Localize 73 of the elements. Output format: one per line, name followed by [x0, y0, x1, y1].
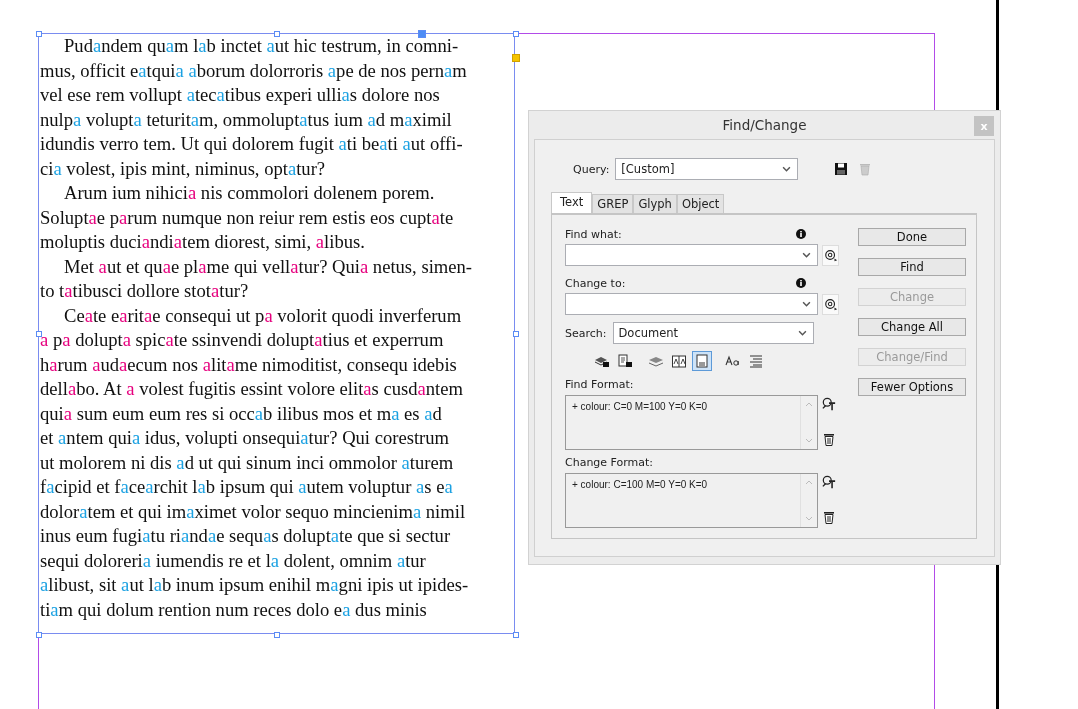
info-icon[interactable]	[796, 278, 806, 288]
change-format-box[interactable]: + colour: C=100 M=0 Y=0 K=0	[565, 473, 818, 528]
query-label: Query:	[573, 162, 610, 176]
dialog-button[interactable]: Change All	[858, 318, 966, 336]
save-icon[interactable]	[834, 162, 849, 176]
chevron-down-icon[interactable]	[782, 166, 792, 172]
text-line: sequi doloreria iumendis re et la dolent, omnim atur	[39, 548, 427, 573]
dialog-button[interactable]: Done	[858, 228, 966, 246]
text-line: Pudandem quam lab inctet aut hic testrum, in comni-	[63, 34, 460, 58]
text-line: ut molorem ni dis ad ut qui sinum inci ommolor aturem	[39, 450, 455, 475]
special-characters-icon[interactable]	[822, 244, 839, 266]
text-line: Ceate earitae consequi ut pa volorit quodi inverferum	[63, 303, 463, 328]
dialog-button[interactable]: Find	[858, 258, 966, 276]
text-line: tiam qui dolum rention num reces dolo ea dus minis	[39, 597, 428, 622]
selection-handle[interactable]	[36, 632, 42, 638]
scroll-up-icon[interactable]	[805, 402, 813, 407]
anchor-handle[interactable]	[418, 30, 426, 38]
change-to-field[interactable]	[565, 293, 818, 315]
selection-handle[interactable]	[36, 331, 42, 337]
format-search-icon[interactable]	[822, 475, 836, 489]
tab[interactable]: Text	[551, 192, 593, 213]
text-line: Met aut et quae plame qui vellatur? Quia netus, simen-	[63, 254, 473, 279]
dialog-button[interactable]: Fewer Options	[858, 378, 966, 396]
text-line: dellabo. At a volest fugitis essint volore elitas cusdantem	[39, 377, 464, 401]
find-format-label: Find Format:	[565, 378, 635, 391]
format-text: + colour: C=0 M=100 Y=0 K=0	[571, 400, 709, 414]
text-line: vel ese rem vollupt atecatibus experi ullias dolore nos	[39, 83, 441, 107]
text-line: idundis verro tem. Ut qui dolorem fugit ati beati aut offi-	[39, 132, 464, 156]
tab[interactable]: GREP	[592, 194, 634, 213]
text-line: Arum ium nihicia nis commolori dolenem porem.	[63, 181, 436, 205]
chevron-down-icon[interactable]	[797, 330, 807, 336]
scroll-down-icon[interactable]	[805, 516, 813, 521]
format-text: + colour: C=100 M=0 Y=0 K=0	[571, 478, 709, 492]
info-icon[interactable]	[796, 229, 806, 239]
text-line: a pa dolupta spicate ssinvendi doluptatius et experrum	[39, 328, 445, 352]
trash-icon[interactable]	[822, 432, 836, 446]
text-line: et antem quia idus, volupti onsequiatur? Qui corestrum	[39, 426, 451, 450]
find-format-box[interactable]: + colour: C=0 M=100 Y=0 K=0	[565, 395, 818, 450]
selection-handle[interactable]	[513, 31, 519, 37]
tab[interactable]: Object	[676, 194, 725, 213]
selection-handle[interactable]	[513, 331, 519, 337]
selection-handle[interactable]	[36, 31, 42, 37]
search-label: Search:	[565, 326, 607, 340]
text-line: doloratem et qui imaximet volor sequo mincienima nimil	[39, 499, 467, 524]
chevron-down-icon[interactable]	[802, 252, 811, 258]
text-line: inus eum fugiatu riandae sequas doluptate que si sectur	[39, 524, 452, 548]
find-what-field[interactable]	[565, 244, 818, 266]
text-line: to tatibusci dollore stotatur?	[39, 279, 250, 303]
scroll-down-icon[interactable]	[805, 438, 813, 443]
text-line: Soluptae parum numque non reiur rem estis eos cuptate	[39, 205, 455, 230]
text-line: mus, officit eatquia aborum dolorroris ape de nos pernam	[39, 58, 468, 83]
trash-icon[interactable]	[822, 510, 836, 524]
find-what-label: Find what:	[565, 227, 622, 241]
text-line: cia volest, ipis mint, niminus, optatur?	[39, 156, 327, 181]
special-characters-icon[interactable]	[822, 293, 839, 315]
selection-handle[interactable]	[274, 31, 280, 37]
text-line: alibust, sit aut lab inum ipsum enihil magni ipis ut ipides-	[39, 573, 470, 597]
text-line: nulpa volupta teturitam, ommoluptatus ium ad maximil	[39, 107, 453, 132]
search-dropdown[interactable]: Document	[612, 322, 814, 344]
format-search-icon[interactable]	[822, 397, 836, 411]
scroll-up-icon[interactable]	[805, 480, 813, 485]
selection-handle[interactable]	[274, 632, 280, 638]
text-line: quia sum eum eum res si occab ilibus mos et ma es ad	[39, 401, 443, 426]
dialog-title: Find/Change	[722, 116, 807, 133]
change-format-label: Change Format:	[565, 456, 655, 469]
text-line: moluptis duciandiatem diorest, simi, alibus.	[39, 230, 366, 254]
text-line: harum audaecum nos alitame nimoditist, consequ idebis	[39, 352, 458, 377]
tab[interactable]: Glyph	[633, 194, 677, 213]
text-line: facipid et facearchit lab ipsum qui autem voluptur as ea	[39, 475, 454, 499]
query-dropdown[interactable]: [Custom]	[615, 158, 799, 180]
selection-handle[interactable]	[513, 632, 519, 638]
change-to-label: Change to:	[565, 276, 626, 290]
chevron-down-icon[interactable]	[802, 301, 811, 307]
